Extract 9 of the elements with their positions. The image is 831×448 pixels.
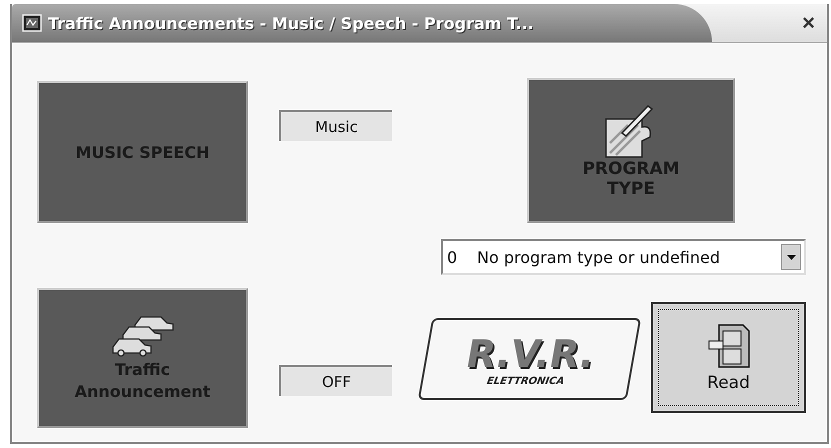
read-button[interactable]: Read [651, 302, 806, 413]
close-button[interactable]: × [798, 10, 819, 36]
traffic-indicator: OFF [279, 365, 392, 396]
window-icon [22, 14, 42, 32]
window-title: Traffic Announcements - Music / Speech - Program T... [48, 14, 534, 32]
music-speech-indicator: Music [279, 110, 392, 141]
filing-cabinet-icon [706, 322, 750, 368]
program-type-dropdown[interactable]: 0 No program type or undefined [441, 239, 806, 275]
company-logo: R.V.R. ELETTRONICA [418, 318, 642, 400]
